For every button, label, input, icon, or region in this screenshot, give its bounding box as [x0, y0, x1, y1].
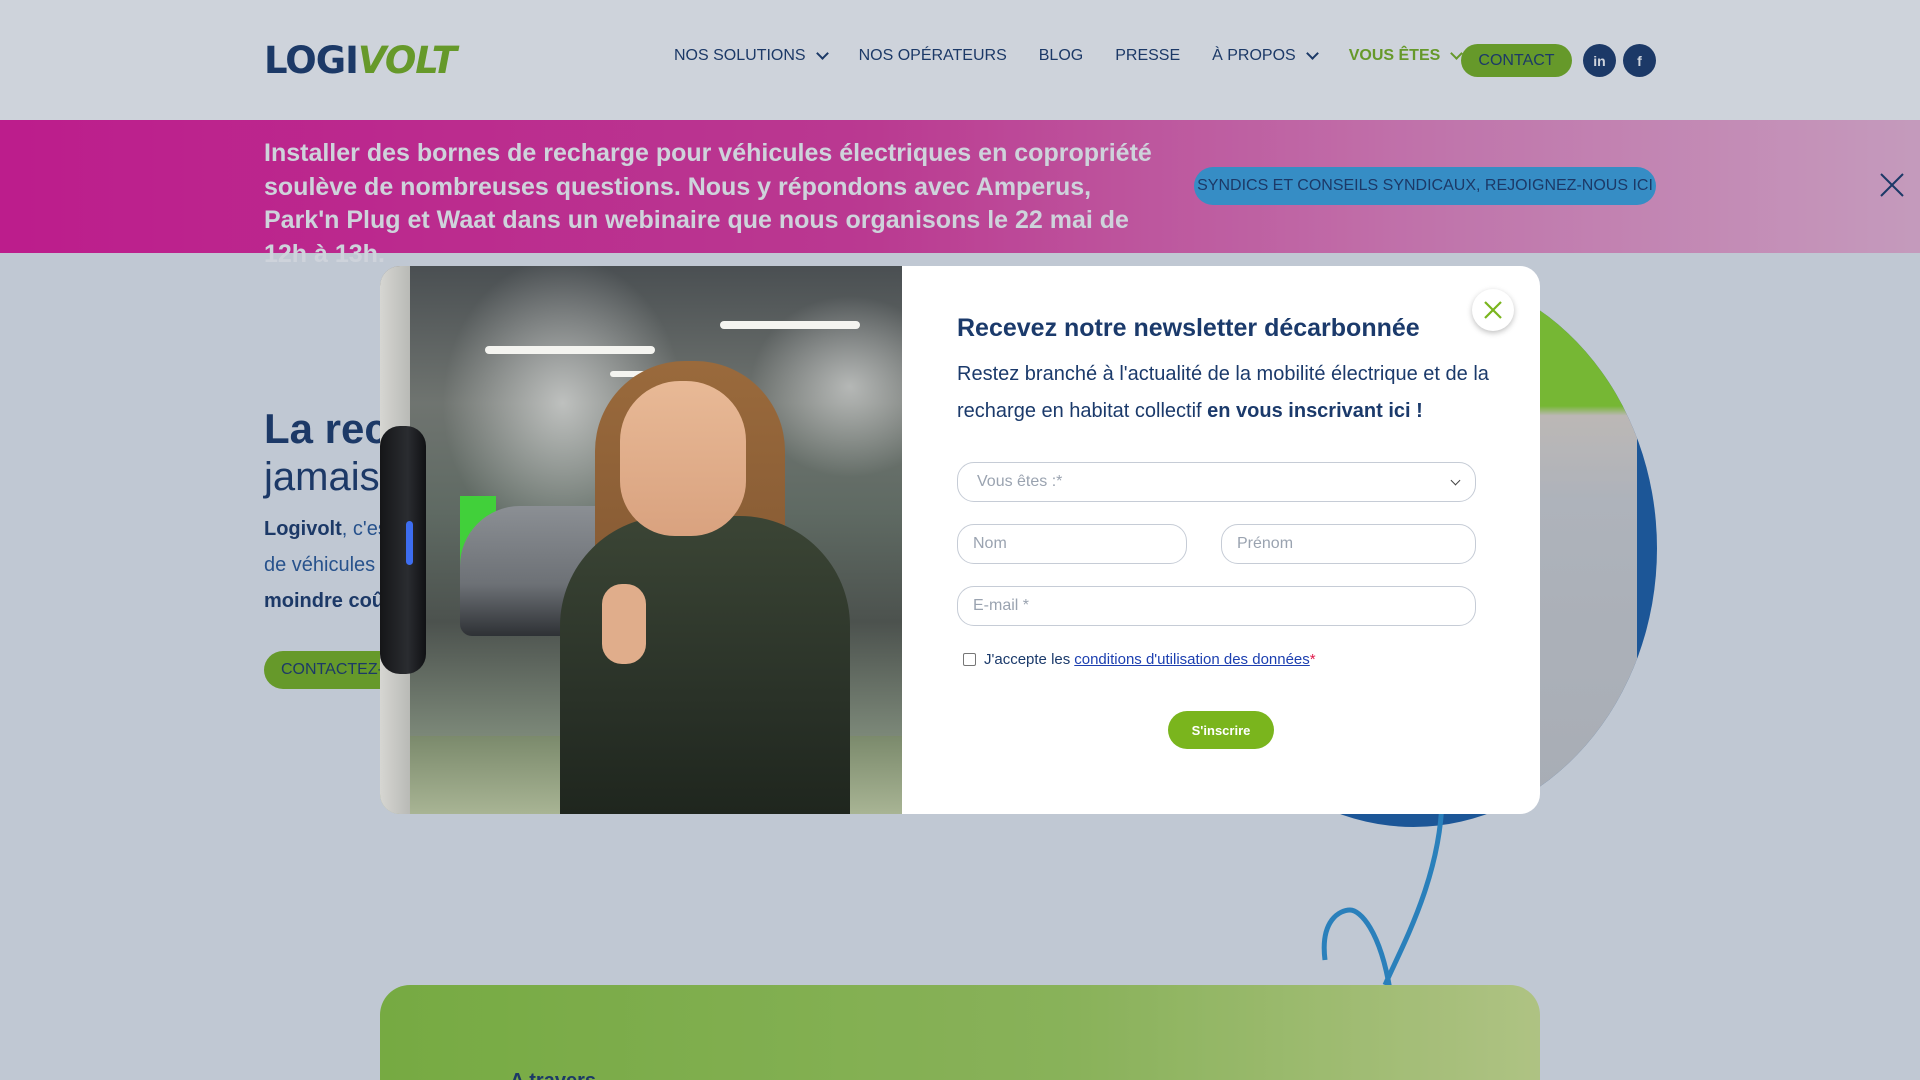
nom-field[interactable]: Nom [957, 524, 1187, 564]
ev-charger [380, 426, 426, 674]
email-placeholder: E-mail * [973, 597, 1030, 614]
select-placeholder: Vous êtes :* [977, 473, 1063, 490]
newsletter-modal: Recevez notre newsletter décarbonnée Res… [380, 266, 1540, 814]
modal-title: Recevez notre newsletter décarbonnée [957, 314, 1420, 342]
ceiling-light [485, 346, 655, 354]
newsletter-photo [380, 266, 902, 814]
subscribe-button[interactable]: S'inscrire [1168, 711, 1274, 749]
modal-subtitle: Restez branché à l'actualité de la mobil… [957, 356, 1497, 430]
ceiling-light [720, 321, 860, 329]
required-marker: * [1309, 651, 1316, 668]
prenom-placeholder: Prénom [1237, 535, 1294, 552]
chevron-down-icon [1450, 475, 1461, 486]
consent-row: J'accepte les conditions d'utilisation d… [963, 651, 1316, 668]
nom-placeholder: Nom [973, 535, 1007, 552]
consent-checkbox[interactable] [963, 653, 976, 666]
woman-face [620, 381, 746, 536]
thumbs-up-hand [602, 584, 646, 664]
prenom-field[interactable]: Prénom [1221, 524, 1476, 564]
profile-select[interactable]: Vous êtes :* [957, 462, 1476, 502]
data-terms-link[interactable]: conditions d'utilisation des données [1074, 651, 1310, 668]
woman-jacket [560, 516, 850, 814]
close-icon [1484, 301, 1502, 319]
charger-led [406, 521, 413, 565]
modal-close-button[interactable] [1472, 289, 1514, 331]
modal-subtitle-bold: en vous inscrivant ici ! [1207, 400, 1423, 422]
email-field[interactable]: E-mail * [957, 586, 1476, 626]
consent-label: J'accepte les [984, 651, 1071, 668]
